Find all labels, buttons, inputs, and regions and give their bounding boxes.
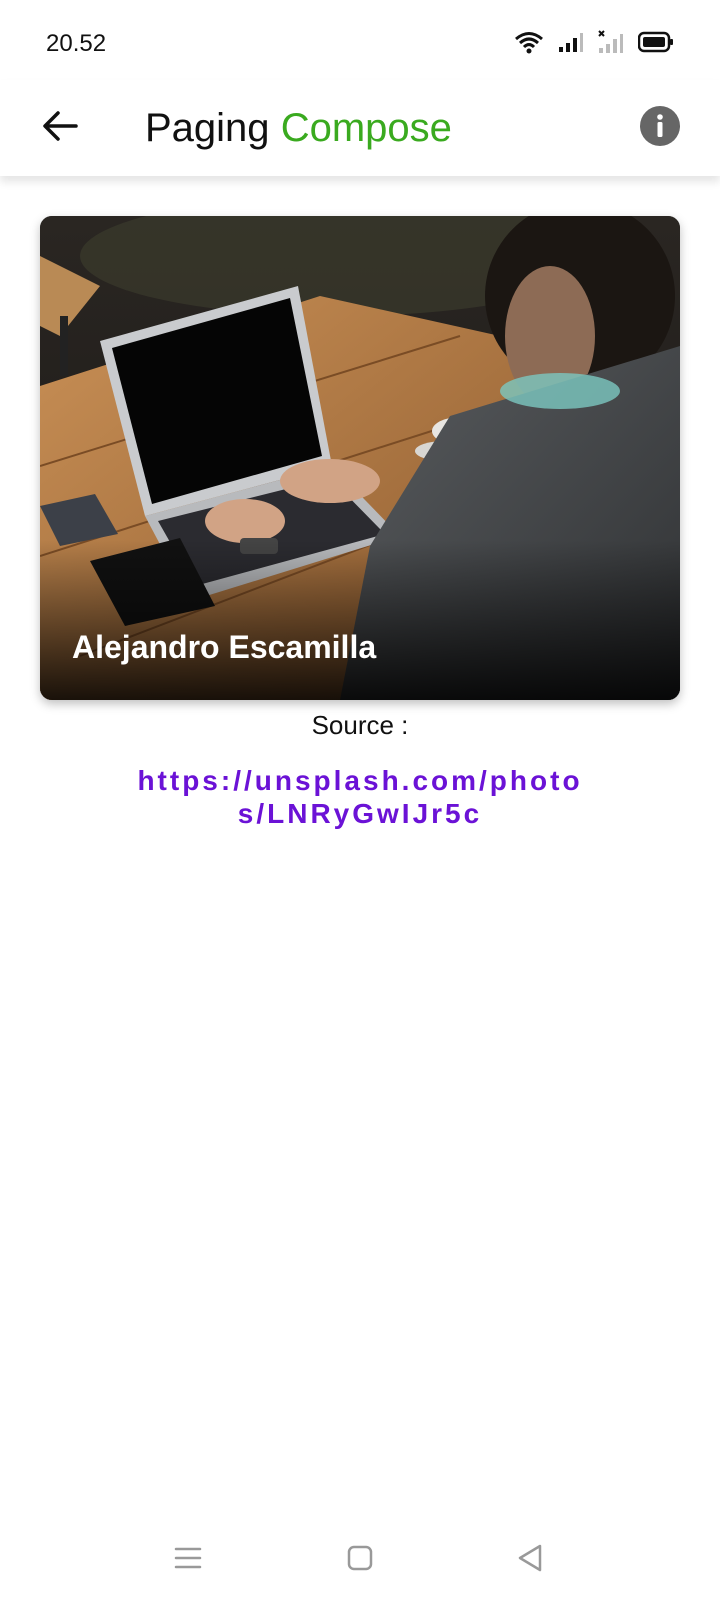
status-time: 20.52: [46, 30, 107, 57]
info-button[interactable]: [630, 98, 690, 158]
back-button[interactable]: [32, 100, 88, 156]
signal-icon: [558, 31, 584, 53]
author-name: Alejandro Escamilla: [72, 629, 377, 665]
title-part-2: Compose: [280, 106, 452, 150]
status-icons: [514, 30, 674, 54]
no-signal-icon: [598, 30, 624, 54]
page-title: Paging Compose: [145, 96, 452, 160]
back-nav-button[interactable]: [500, 1530, 560, 1590]
source-label: Source :: [311, 710, 409, 740]
app-bar: Paging Compose: [0, 80, 720, 176]
arrow-left-icon: [42, 110, 78, 147]
wifi-icon: [514, 30, 544, 54]
battery-icon: [638, 31, 674, 53]
system-nav-bar: [0, 1520, 720, 1600]
photo-card[interactable]: Alejandro Escamilla: [40, 216, 680, 700]
status-bar: 20.52: [0, 0, 720, 80]
home-button[interactable]: [330, 1530, 390, 1590]
menu-icon: [174, 1546, 202, 1575]
recent-apps-button[interactable]: [158, 1530, 218, 1590]
info-icon: [639, 105, 681, 152]
back-triangle-icon: [516, 1543, 544, 1578]
title-part-1: Paging: [145, 106, 270, 150]
source-link[interactable]: https://unsplash.com/photos/LNRyGwIJr5c: [130, 764, 590, 830]
home-icon: [346, 1544, 374, 1577]
card-gradient: [40, 540, 680, 700]
